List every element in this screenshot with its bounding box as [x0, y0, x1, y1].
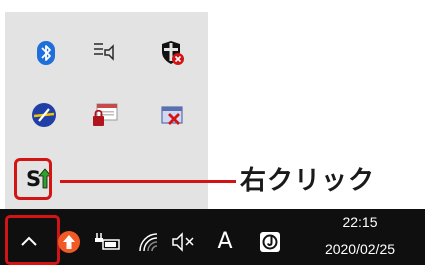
callout-label: 右クリック	[240, 166, 376, 196]
callout-line	[60, 180, 236, 183]
speaker-notes-icon[interactable]	[90, 36, 120, 66]
network-adapter-icon[interactable]	[29, 100, 59, 130]
clock-date: 2020/02/25	[324, 241, 396, 257]
update-arrow-icon[interactable]	[55, 228, 83, 256]
j-app-icon[interactable]	[256, 228, 284, 256]
removed-hardware-icon[interactable]	[158, 101, 188, 131]
clock[interactable]: 22:15 2020/02/25	[300, 212, 420, 259]
tray-icon-highlight	[14, 158, 52, 200]
battery-icon[interactable]	[92, 228, 122, 256]
ime-mode-label: A	[217, 229, 233, 254]
wifi-icon[interactable]	[134, 228, 164, 256]
bluetooth-icon[interactable]	[31, 38, 61, 68]
locked-window-icon[interactable]	[90, 100, 120, 130]
show-hidden-icons-chevron-icon[interactable]	[14, 226, 44, 256]
security-shield-icon[interactable]	[158, 38, 188, 68]
clock-time: 22:15	[342, 214, 378, 230]
speaker-muted-icon[interactable]	[169, 228, 199, 256]
ime-mode-indicator[interactable]: A	[211, 228, 239, 256]
